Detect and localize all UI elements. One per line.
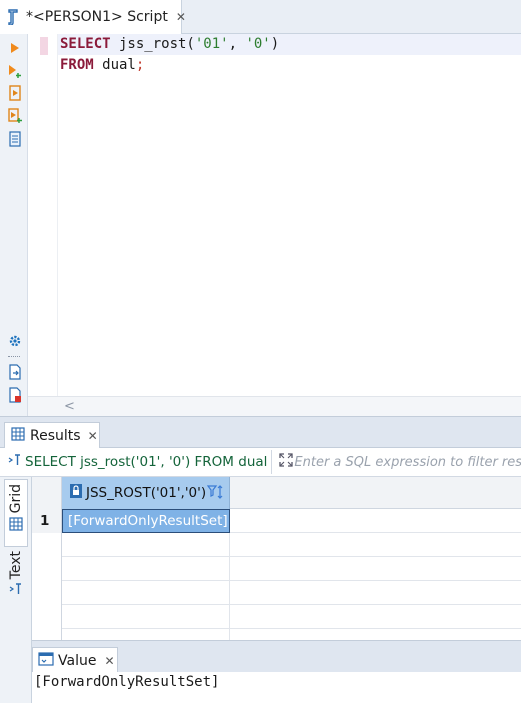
sql-keyword: SELECT (60, 36, 111, 52)
sort-filter-icon[interactable] (206, 484, 225, 504)
executed-query-text: SELECT jss_rost('01', '0') FROM dual (25, 454, 268, 470)
sql-string: '01' (194, 36, 229, 52)
table-grid-icon (11, 427, 25, 445)
value-tab-label: Value (58, 652, 97, 669)
results-tab-label: Results (30, 428, 81, 444)
row-number (32, 605, 62, 629)
table-row (32, 581, 521, 605)
row-number (32, 557, 62, 581)
text-tab-label: Text (8, 551, 24, 580)
editor-horizontal-scrollbar[interactable]: < (28, 396, 521, 416)
sql-query-icon (8, 454, 22, 470)
table-row (32, 533, 521, 557)
close-icon[interactable]: ✕ (88, 429, 98, 443)
sql-script-icon (6, 9, 20, 26)
results-tabbar: Results ✕ (0, 416, 521, 449)
sql-function: jss_rost( (110, 36, 195, 52)
settings-icon[interactable] (7, 333, 23, 349)
explain-plan-icon[interactable] (7, 131, 23, 147)
code-line[interactable]: SELECT jss_rost('01', '0') (58, 34, 521, 55)
query-text-chip[interactable]: SELECT jss_rost('01', '0') FROM dual (0, 450, 273, 474)
editor-tabbar: *<PERSON1> Script ✕ (0, 0, 521, 34)
filter-expression-input[interactable] (294, 454, 521, 470)
grid-view-tab[interactable]: Grid (4, 479, 28, 547)
results-grid[interactable]: JSS_ROST('01','0') 1 [ForwardOnlyResultS… (32, 477, 521, 640)
results-filter-bar: SELECT jss_rost('01', '0') FROM dual (0, 448, 521, 477)
empty-cell (62, 629, 230, 640)
empty-cell (62, 533, 230, 557)
table-row (32, 629, 521, 640)
grid-header: JSS_ROST('01','0') (32, 477, 521, 509)
sql-table: dual (93, 57, 136, 73)
empty-cell (62, 605, 230, 629)
grid-tab-label: Grid (8, 484, 24, 514)
sql-editor[interactable]: SELECT jss_rost('01', '0') FROM dual; (58, 34, 521, 396)
editor-gutter (28, 34, 58, 396)
code-line[interactable]: FROM dual; (58, 55, 521, 76)
value-panel-icon (38, 651, 54, 670)
sql-paren: ) (270, 36, 280, 52)
sql-keyword: FROM (60, 57, 94, 73)
sql-string: '0' (245, 36, 271, 52)
current-line-marker (40, 37, 48, 55)
execute-statement-icon[interactable] (7, 40, 23, 56)
result-cell[interactable]: [ForwardOnlyResultSet] (62, 509, 230, 533)
execute-script-icon[interactable] (7, 85, 23, 101)
results-tab[interactable]: Results ✕ (4, 422, 100, 449)
close-icon[interactable]: ✕ (176, 10, 186, 24)
empty-cell (62, 557, 230, 581)
close-icon[interactable]: ✕ (104, 654, 114, 668)
row-number (32, 533, 62, 557)
table-row[interactable]: 1 [ForwardOnlyResultSet] (32, 509, 521, 533)
grid-corner[interactable] (32, 477, 62, 509)
execute-script-new-tab-icon[interactable] (7, 108, 23, 124)
text-view-tab[interactable]: Text (4, 551, 28, 607)
text-view-icon (9, 583, 23, 599)
result-view-switcher: Grid Text (0, 477, 32, 703)
table-row (32, 605, 521, 629)
column-header[interactable]: JSS_ROST('01','0') (62, 477, 230, 509)
expand-icon[interactable] (278, 452, 294, 472)
sql-semicolon: ; (135, 57, 145, 73)
execute-statement-new-tab-icon[interactable] (7, 63, 23, 79)
value-panel-tabbar: Value ✕ (32, 640, 521, 673)
sql-separator: , (228, 36, 246, 52)
table-row (32, 557, 521, 581)
grid-icon (9, 517, 23, 535)
script-editor-tab[interactable]: *<PERSON1> Script ✕ (0, 0, 186, 34)
row-number (32, 629, 62, 640)
row-number (32, 581, 62, 605)
column-header-label: JSS_ROST('01','0') (86, 485, 207, 501)
empty-cell (62, 581, 230, 605)
scroll-left-arrow-icon[interactable]: < (64, 399, 75, 414)
value-viewer-text[interactable]: [ForwardOnlyResultSet] (32, 672, 521, 703)
lock-column-icon (69, 483, 83, 503)
script-tab-title: *<PERSON1> Script (26, 9, 168, 25)
delete-script-icon[interactable] (7, 387, 23, 403)
export-icon[interactable] (7, 364, 23, 380)
row-number[interactable]: 1 (32, 509, 62, 533)
filter-field[interactable] (272, 452, 521, 472)
value-tab[interactable]: Value ✕ (32, 647, 118, 673)
toolbar-divider (8, 356, 20, 357)
editor-vertical-toolbar (0, 34, 28, 416)
